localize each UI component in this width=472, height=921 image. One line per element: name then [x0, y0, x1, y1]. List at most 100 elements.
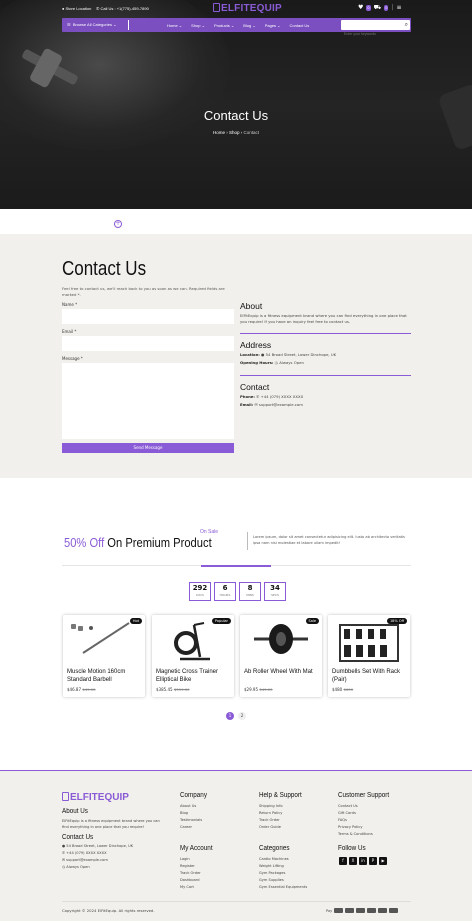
footer-link[interactable]: Order Guide: [259, 824, 283, 831]
product-card[interactable]: Hot Muscle Motion 160cm Standard Barbell…: [63, 615, 145, 697]
countdown-unit: MINS: [246, 593, 254, 597]
contact-heading: Contact: [240, 382, 270, 392]
product-name[interactable]: Muscle Motion 160cm Standard Barbell: [67, 669, 143, 684]
product-price-value: $46.87: [67, 687, 81, 692]
footer-contact-list: ● 54 Broad Street, Lower Dinchope, UK ✆ …: [62, 843, 133, 871]
product-card[interactable]: Popular Magnetic Cross Trainer Elliptica…: [152, 615, 234, 697]
footer-link[interactable]: Shipping Info: [259, 803, 283, 810]
message-field[interactable]: [62, 363, 234, 439]
footer-logo[interactable]: ELFITEQUIP: [62, 792, 129, 803]
wishlist-icon[interactable]: ♥: [358, 4, 363, 12]
product-card[interactable]: 18% Off Dumbbells Set With Rack (Pair) $…: [328, 615, 410, 697]
nav-item-blog[interactable]: Blog ⌄: [243, 23, 255, 28]
footer-follow-heading: Follow Us: [338, 845, 366, 852]
plus-icon[interactable]: +: [114, 220, 122, 228]
footer-hours-text: Always Open: [66, 865, 90, 869]
phone-value[interactable]: +44 (079) XXXX XXXX: [261, 394, 304, 399]
footer-link[interactable]: About Us: [180, 803, 202, 810]
payment-icons: Pay: [326, 908, 399, 913]
footer-link[interactable]: Privacy Policy: [338, 824, 373, 831]
divider: |: [391, 4, 394, 11]
menu-icon[interactable]: ≡: [396, 4, 401, 12]
email-label: Email *: [62, 329, 77, 334]
message-label: Message *: [62, 356, 83, 361]
offer-title: 50% Off On Premium Product: [64, 535, 212, 550]
footer-email[interactable]: ✉ support@example.com: [62, 857, 133, 864]
footer-link[interactable]: Gym Essential Equipments: [259, 884, 307, 891]
footer-link[interactable]: FAQs: [338, 817, 373, 824]
breadcrumb-shop[interactable]: Shop: [229, 130, 240, 135]
footer-link[interactable]: Testimonials: [180, 817, 202, 824]
footer-link[interactable]: Blog: [180, 810, 202, 817]
footer-link[interactable]: Gift Cards: [338, 810, 373, 817]
email-field[interactable]: [62, 336, 234, 351]
footer-link[interactable]: Terms & Conditions: [338, 831, 373, 838]
footer-link[interactable]: Cardio Machines: [259, 856, 307, 863]
call-us-label: Call Us : +1(775)-459-7890: [100, 6, 149, 11]
contact-intro: Feel free to contact us, we'll reach bac…: [62, 286, 225, 297]
footer-about-text: ElFitEquip is a fitness equipment brand …: [62, 819, 160, 829]
search-icon[interactable]: ⌕: [405, 21, 408, 29]
address-heading: Address: [240, 340, 272, 350]
breadcrumb-current: Contact: [243, 130, 260, 135]
call-us-link[interactable]: ✆ Call Us : +1(775)-459-7890: [96, 6, 149, 11]
footer-company-heading: Company: [180, 792, 207, 799]
footer-link[interactable]: Career: [180, 824, 202, 831]
nav-item-pages[interactable]: Pages ⌄: [265, 23, 281, 28]
footer-link[interactable]: My Cart: [180, 884, 201, 891]
nav-item-products[interactable]: Products ⌄: [214, 23, 234, 28]
youtube-icon[interactable]: ▶: [379, 857, 387, 865]
pinterest-icon[interactable]: P: [369, 857, 377, 865]
facebook-icon[interactable]: f: [339, 857, 347, 865]
footer-link[interactable]: Return Policy: [259, 810, 283, 817]
mail-icon: ✉: [254, 402, 258, 407]
send-message-button[interactable]: Send Message: [62, 443, 234, 453]
page: ● Store Location ✆ Call Us : +1(775)-459…: [0, 0, 472, 921]
site-logo[interactable]: ELFITEQUIP: [213, 3, 282, 14]
footer-link[interactable]: Dashboard: [180, 877, 201, 884]
product-name[interactable]: Ab Roller Wheel With Mat: [244, 669, 320, 677]
product-name[interactable]: Dumbbells Set With Rack (Pair): [332, 669, 408, 684]
footer-account-list: Login Register Track Order Dashboard My …: [180, 856, 201, 891]
browse-categories-button[interactable]: ☰ Browse All Categories ⌄: [62, 18, 128, 32]
breadcrumb-home[interactable]: Home: [213, 130, 225, 135]
pagination-dot-1[interactable]: 1: [226, 712, 234, 720]
header-icons: ♥ 0 ⛟ 0 | ≡: [358, 4, 401, 12]
linkedin-icon[interactable]: in: [359, 857, 367, 865]
product-card[interactable]: Sale Ab Roller Wheel With Mat $29.95 $49…: [240, 615, 322, 697]
footer-link[interactable]: Track Order: [259, 817, 283, 824]
footer-link[interactable]: Contact Us: [338, 803, 373, 810]
location-row: Location: ● 54 Broad Street, Lower Dinch…: [240, 352, 336, 358]
nav-item-contact[interactable]: Contact Us: [290, 23, 310, 28]
footer-link[interactable]: Gym Supplies: [259, 877, 307, 884]
countdown-unit: SECS: [271, 593, 279, 597]
footer-link[interactable]: Track Order: [180, 870, 201, 877]
contact-title: Contact Us: [62, 258, 147, 280]
footer-link[interactable]: Register: [180, 863, 201, 870]
wishlist-count: 0: [366, 5, 371, 11]
name-field[interactable]: [62, 309, 234, 324]
offer-rest: On Premium Product: [107, 535, 212, 550]
logo-text: ELFITEQUIP: [70, 792, 129, 803]
nav-item-label: Contact Us: [289, 22, 310, 28]
product-old-price: $399.00: [173, 687, 190, 692]
mastercard-icon: [345, 908, 355, 913]
footer-phone[interactable]: ✆ +44 (079) XXXX XXXX: [62, 850, 133, 857]
store-location-link[interactable]: ● Store Location: [62, 6, 91, 11]
footer-link[interactable]: Gym Packages: [259, 870, 307, 877]
search-input[interactable]: [341, 29, 399, 39]
nav-item-shop[interactable]: Shop ⌄: [191, 23, 205, 28]
pagination-dot-2[interactable]: 2: [238, 712, 246, 720]
email-value[interactable]: support@example.com: [259, 402, 303, 407]
product-name[interactable]: Magnetic Cross Trainer Elliptical Bike: [156, 669, 232, 684]
footer-link[interactable]: Weight Lifting: [259, 863, 307, 870]
hero-banner: ● Store Location ✆ Call Us : +1(775)-459…: [0, 0, 472, 209]
product-price: $29.95 $49.00: [244, 687, 273, 692]
amex-icon: [356, 908, 366, 913]
footer-help-list: Shipping Info Return Policy Track Order …: [259, 803, 283, 831]
footer-link[interactable]: Login: [180, 856, 201, 863]
nav-item-home[interactable]: Home ⌄: [167, 23, 182, 28]
x-icon[interactable]: X: [349, 857, 357, 865]
footer-cs-list: Contact Us Gift Cards FAQs Privacy Polic…: [338, 803, 373, 838]
cart-icon[interactable]: ⛟: [374, 4, 382, 12]
